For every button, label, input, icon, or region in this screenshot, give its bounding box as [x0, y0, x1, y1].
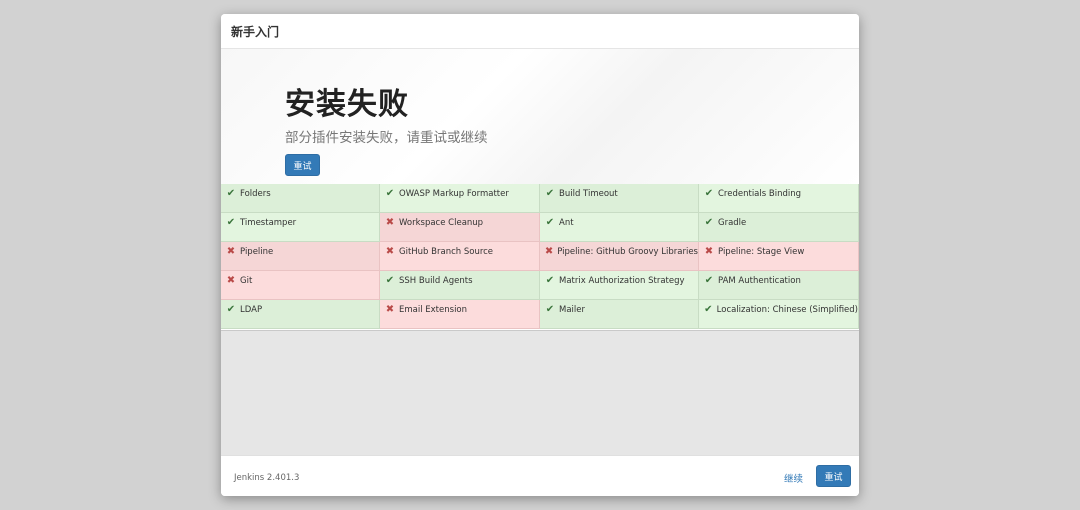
plugin-item: ✖ GitHub Branch Source [380, 242, 540, 271]
plugin-item: ✖ Email Extension [380, 300, 540, 329]
plugin-name: Pipeline: GitHub Groovy Libraries [557, 247, 698, 257]
page-subtitle: 部分插件安装失败，请重试或继续 [285, 130, 488, 146]
check-icon: ✔ [385, 188, 395, 199]
check-icon: ✔ [704, 188, 714, 199]
cross-icon: ✖ [226, 275, 236, 286]
check-icon: ✔ [704, 304, 713, 315]
plugin-status-grid: ✔ Folders ✔ OWASP Markup Formatter ✔ Build Ti… [221, 184, 859, 331]
plugin-item: ✖ Pipeline [221, 242, 380, 271]
check-icon: ✔ [545, 217, 555, 228]
cross-icon: ✖ [385, 304, 395, 315]
check-icon: ✔ [704, 217, 714, 228]
continue-link[interactable]: 继续 [784, 471, 803, 485]
footer-retry-button[interactable]: 重试 [816, 465, 851, 487]
version-label: Jenkins 2.401.3 [234, 473, 300, 483]
plugin-item: ✖ Workspace Cleanup [380, 213, 540, 242]
plugin-item: ✔ Build Timeout [540, 184, 699, 213]
plugin-item: ✔ PAM Authentication [699, 271, 859, 300]
plugin-item: ✔ Mailer [540, 300, 699, 329]
plugin-name: Email Extension [399, 305, 468, 315]
retry-button[interactable]: 重试 [285, 154, 320, 176]
plugin-name: PAM Authentication [718, 276, 801, 286]
plugin-name: LDAP [240, 305, 263, 315]
plugin-item: ✔ Folders [221, 184, 380, 213]
install-log-area [221, 331, 859, 455]
plugin-name: Git [240, 276, 253, 286]
dialog-title: 新手入门 [231, 24, 280, 39]
cross-icon: ✖ [385, 246, 395, 257]
plugin-name: Pipeline [240, 247, 274, 257]
cross-icon: ✖ [226, 246, 236, 257]
install-status-banner: 安装失败 部分插件安装失败，请重试或继续 重试 [221, 49, 859, 184]
check-icon: ✔ [704, 275, 714, 286]
plugin-item: ✔ LDAP [221, 300, 380, 329]
plugin-item: ✔ Matrix Authorization Strategy [540, 271, 699, 300]
cross-icon: ✖ [544, 246, 554, 257]
page-title: 安装失败 [285, 87, 409, 122]
plugin-name: Timestamper [240, 218, 297, 228]
dialog-header: 新手入门 [221, 14, 859, 49]
plugin-name: Gradle [718, 218, 747, 228]
plugin-name: Workspace Cleanup [399, 218, 484, 228]
setup-wizard-dialog: 新手入门 安装失败 部分插件安装失败，请重试或继续 重试 ✔ Folders ✔ OW… [221, 14, 859, 496]
cross-icon: ✖ [385, 217, 395, 228]
check-icon: ✔ [545, 275, 555, 286]
plugin-item: ✖ Git [221, 271, 380, 300]
check-icon: ✔ [545, 304, 555, 315]
plugin-name: Localization: Chinese (Simplified) [716, 305, 858, 315]
plugin-name: Matrix Authorization Strategy [559, 276, 685, 286]
plugin-item: ✔ Localization: Chinese (Simplified) [699, 300, 859, 329]
plugin-item: ✔ Credentials Binding [699, 184, 859, 213]
check-icon: ✔ [226, 304, 236, 315]
plugin-name: Folders [240, 189, 271, 199]
plugin-name: Ant [559, 218, 574, 228]
check-icon: ✔ [385, 275, 395, 286]
check-icon: ✔ [545, 188, 555, 199]
plugin-name: OWASP Markup Formatter [399, 189, 509, 199]
plugin-item: ✔ Gradle [699, 213, 859, 242]
plugin-name: Credentials Binding [718, 189, 801, 199]
plugin-item: ✔ OWASP Markup Formatter [380, 184, 540, 213]
plugin-item: ✔ Timestamper [221, 213, 380, 242]
cross-icon: ✖ [704, 246, 714, 257]
check-icon: ✔ [226, 188, 236, 199]
plugin-item: ✔ Ant [540, 213, 699, 242]
plugin-name: Build Timeout [559, 189, 618, 199]
plugin-item: ✖ Pipeline: Stage View [699, 242, 859, 271]
plugin-name: Pipeline: Stage View [718, 247, 805, 257]
dialog-footer: Jenkins 2.401.3 继续 重试 [221, 455, 859, 496]
plugin-name: Mailer [559, 305, 585, 315]
plugin-item: ✖ Pipeline: GitHub Groovy Libraries [540, 242, 699, 271]
check-icon: ✔ [226, 217, 236, 228]
plugin-item: ✔ SSH Build Agents [380, 271, 540, 300]
plugin-name: SSH Build Agents [399, 276, 473, 286]
plugin-name: GitHub Branch Source [399, 247, 494, 257]
